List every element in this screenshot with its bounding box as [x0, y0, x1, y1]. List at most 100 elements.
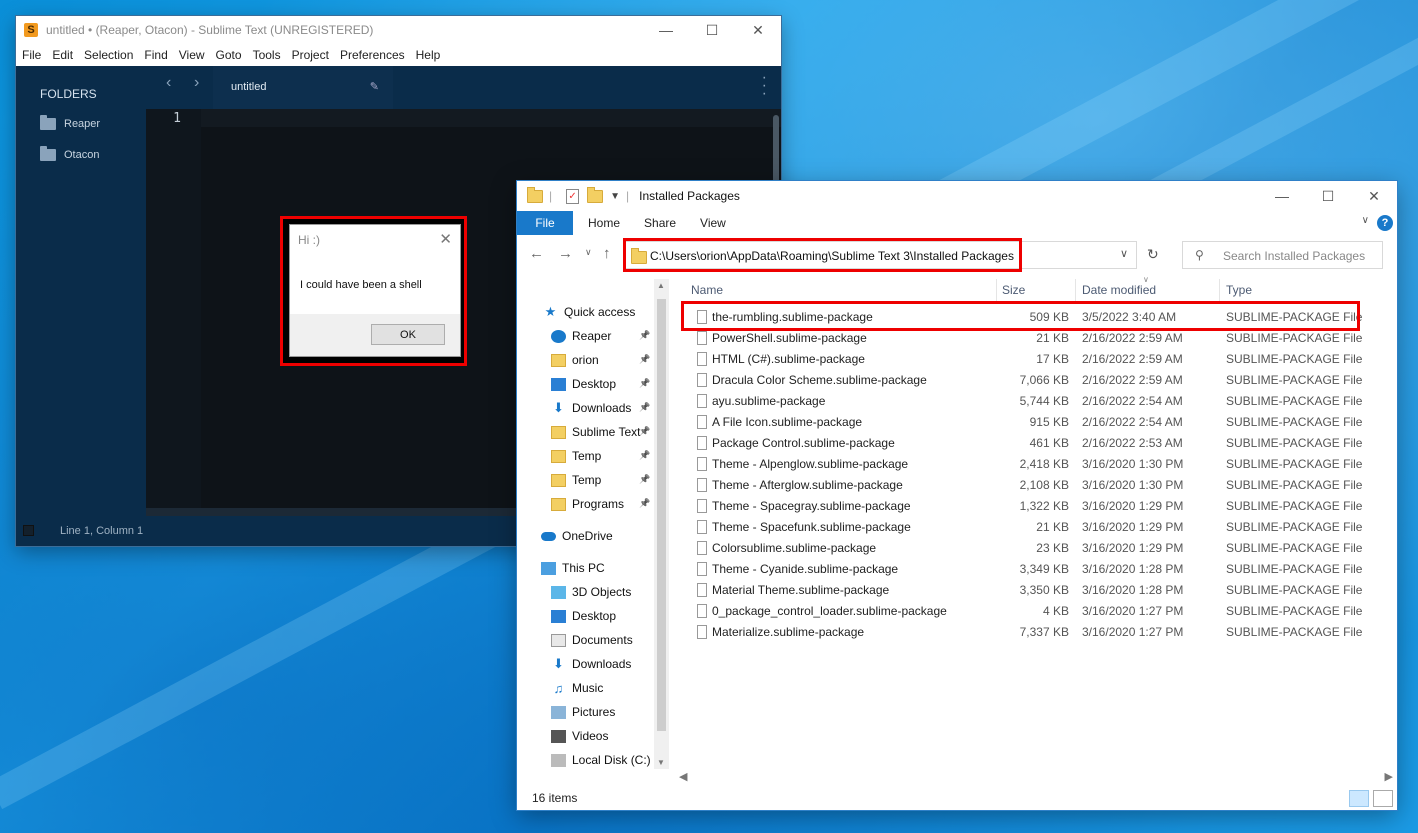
explorer-titlebar[interactable]: | ✓ ▼ | Installed Packages — ☐ ✕	[517, 181, 1397, 211]
menu-file[interactable]: File	[22, 48, 41, 62]
nav-item-orion[interactable]: orion	[551, 349, 599, 371]
table-row[interactable]: Theme - Alpenglow.sublime-package 2,418 K…	[677, 454, 1397, 475]
pin-icon[interactable]: 📌	[639, 450, 650, 461]
forward-arrow-icon[interactable]: →	[558, 245, 573, 262]
table-row[interactable]: A File Icon.sublime-package 915 KB 2/16/20…	[677, 412, 1397, 433]
customize-toolbar-icon[interactable]: ▼	[610, 191, 620, 202]
pin-icon[interactable]: 📌	[639, 354, 650, 365]
back-arrow-icon[interactable]: ←	[529, 245, 544, 262]
recent-locations-icon[interactable]: ∨	[585, 247, 592, 258]
table-row[interactable]: PowerShell.sublime-package 21 KB 2/16/2022…	[677, 328, 1397, 349]
scroll-right-icon[interactable]: ▶	[1385, 770, 1393, 783]
large-icons-view-icon[interactable]	[1373, 790, 1393, 807]
table-row[interactable]: Dracula Color Scheme.sublime-package 7,06…	[677, 370, 1397, 391]
table-row[interactable]: Theme - Spacefunk.sublime-package 21 KB 3/…	[677, 517, 1397, 538]
pin-icon[interactable]: 📌	[639, 330, 650, 341]
new-folder-icon[interactable]	[587, 186, 604, 203]
tab-home[interactable]: Home	[588, 216, 620, 230]
close-button[interactable]: ✕	[735, 16, 781, 44]
sidebar-folder-otacon[interactable]: Otacon	[40, 146, 99, 161]
ok-button[interactable]: OK	[371, 324, 445, 345]
column-size[interactable]: Size	[1002, 283, 1025, 297]
address-dropdown-icon[interactable]: ∨	[1120, 247, 1128, 260]
column-divider[interactable]	[1075, 279, 1076, 301]
expand-ribbon-icon[interactable]: ∨	[1362, 215, 1369, 226]
nav-scroll-thumb[interactable]	[657, 299, 666, 731]
column-name[interactable]: Name	[691, 283, 723, 297]
column-divider[interactable]	[996, 279, 997, 301]
pin-icon[interactable]: 📌	[639, 474, 650, 485]
nav-item-3d-objects[interactable]: 3D Objects	[551, 581, 631, 603]
nav-item-reaper[interactable]: Reaper	[551, 325, 611, 347]
maximize-button[interactable]: ☐	[689, 16, 735, 44]
minimize-button[interactable]: —	[643, 16, 689, 44]
nav-item-temp[interactable]: Temp	[551, 445, 601, 467]
nav-item-downloads[interactable]: ⬇ Downloads	[551, 397, 631, 419]
column-date-modified[interactable]: Date modified	[1082, 283, 1156, 297]
tab-untitled[interactable]: untitled ✎	[213, 66, 393, 111]
table-row[interactable]: 0_package_control_loader.sublime-package…	[677, 601, 1397, 622]
menu-selection[interactable]: Selection	[84, 48, 133, 62]
nav-item-local-disk-c[interactable]: Local Disk (C:)	[551, 749, 651, 769]
close-button[interactable]: ✕	[1351, 181, 1397, 211]
nav-item-desktop[interactable]: Desktop	[551, 373, 616, 395]
tab-share[interactable]: Share	[644, 216, 676, 230]
table-row[interactable]: Colorsublime.sublime-package 23 KB 3/16/20…	[677, 538, 1397, 559]
table-row[interactable]: Materialize.sublime-package 7,337 KB 3/16/…	[677, 622, 1397, 643]
table-row[interactable]: Theme - Cyanide.sublime-package 3,349 KB 3…	[677, 559, 1397, 580]
pin-icon[interactable]: 📌	[639, 378, 650, 389]
menu-project[interactable]: Project	[292, 48, 329, 62]
nav-item-temp[interactable]: Temp	[551, 469, 601, 491]
nav-item-downloads[interactable]: ⬇ Downloads	[551, 653, 631, 675]
nav-item-this-pc[interactable]: This PC	[541, 557, 605, 579]
chevron-left-icon[interactable]: ‹	[166, 74, 171, 92]
menu-find[interactable]: Find	[144, 48, 167, 62]
tab-file[interactable]: File	[517, 211, 573, 235]
sidebar-folder-reaper[interactable]: Reaper	[40, 115, 100, 130]
nav-item-programs[interactable]: Programs	[551, 493, 624, 515]
nav-item-sublime-text[interactable]: Sublime Text	[551, 421, 640, 443]
nav-item-pictures[interactable]: Pictures	[551, 701, 615, 723]
pin-icon[interactable]: 📌	[639, 498, 650, 509]
up-arrow-icon[interactable]: ↑	[603, 245, 611, 262]
menu-goto[interactable]: Goto	[216, 48, 242, 62]
refresh-icon[interactable]: ↻	[1147, 246, 1159, 263]
table-row[interactable]: Material Theme.sublime-package 3,350 KB 3/…	[677, 580, 1397, 601]
nav-item-documents[interactable]: Documents	[551, 629, 633, 651]
help-icon[interactable]: ?	[1377, 215, 1393, 231]
sublime-titlebar[interactable]: S untitled • (Reaper, Otacon) - Sublime …	[16, 16, 781, 44]
details-view-icon[interactable]	[1349, 790, 1369, 807]
scroll-down-icon[interactable]: ▼	[657, 758, 665, 767]
dialog-close-icon[interactable]: ✕	[439, 230, 452, 248]
panel-toggle-icon[interactable]	[23, 525, 34, 536]
table-row[interactable]: Theme - Afterglow.sublime-package 2,108 K…	[677, 475, 1397, 496]
nav-item-desktop[interactable]: Desktop	[551, 605, 616, 627]
column-type[interactable]: Type	[1226, 283, 1252, 297]
search-input[interactable]: ⚲ Search Installed Packages	[1182, 241, 1383, 269]
nav-item-onedrive[interactable]: OneDrive	[541, 525, 613, 547]
menu-view[interactable]: View	[179, 48, 205, 62]
table-row[interactable]: HTML (C#).sublime-package 17 KB 2/16/2022 …	[677, 349, 1397, 370]
pin-icon[interactable]: 📌	[639, 426, 650, 437]
menu-edit[interactable]: Edit	[52, 48, 73, 62]
menu-tools[interactable]: Tools	[253, 48, 281, 62]
more-vertical-icon[interactable]: · · ·	[762, 70, 767, 102]
menu-help[interactable]: Help	[416, 48, 441, 62]
scroll-left-icon[interactable]: ◀	[679, 770, 687, 783]
nav-scrollbar[interactable]: ▲ ▼	[654, 279, 669, 769]
minimize-button[interactable]: —	[1259, 181, 1305, 211]
pin-icon[interactable]: 📌	[639, 402, 650, 413]
nav-item-videos[interactable]: Videos	[551, 725, 608, 747]
tab-view[interactable]: View	[700, 216, 726, 230]
scroll-up-icon[interactable]: ▲	[657, 281, 665, 290]
table-row[interactable]: ayu.sublime-package 5,744 KB 2/16/2022 2:5…	[677, 391, 1397, 412]
nav-item-music[interactable]: ♫ Music	[551, 677, 604, 699]
table-row[interactable]: Theme - Spacegray.sublime-package 1,322 K…	[677, 496, 1397, 517]
menu-preferences[interactable]: Preferences	[340, 48, 405, 62]
maximize-button[interactable]: ☐	[1305, 181, 1351, 211]
column-divider[interactable]	[1219, 279, 1220, 301]
nav-item-quick-access[interactable]: ★ Quick access	[543, 301, 636, 323]
horizontal-scrollbar[interactable]: ◀ ▶	[677, 769, 1397, 786]
properties-icon[interactable]: ✓	[566, 188, 580, 204]
table-row[interactable]: Package Control.sublime-package 461 KB 2/1…	[677, 433, 1397, 454]
